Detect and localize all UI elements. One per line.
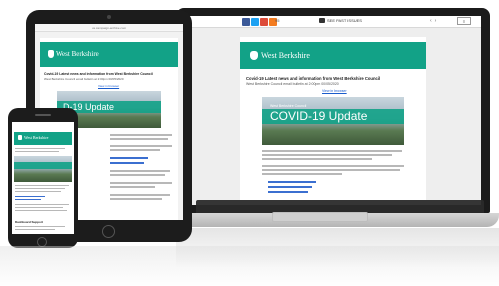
archive-toolbar: 95 SEE PAST ISSUES ‹ › ≡ (185, 16, 481, 28)
shield-icon (48, 50, 54, 58)
hero-title: COVID-19 Update (270, 109, 368, 123)
share-button-group (242, 18, 277, 26)
view-in-browser-link[interactable]: View in browser (322, 89, 347, 93)
body-text-line (15, 229, 55, 230)
body-text-line (110, 174, 165, 176)
past-issues-label: SEE PAST ISSUES (327, 18, 362, 23)
body-text-line (15, 151, 59, 152)
body-text-line (262, 165, 404, 167)
laptop-display: 95 SEE PAST ISSUES ‹ › ≡ West Berkshire … (185, 16, 481, 205)
laptop-trackpad (272, 212, 368, 222)
body-text-line (15, 185, 69, 186)
body-text-line (262, 169, 400, 171)
body-text-line (15, 204, 69, 205)
body-text-line (15, 210, 67, 211)
twitter-icon[interactable] (251, 18, 259, 26)
body-text-line (15, 191, 61, 192)
phone-brand-logo: West Berkshire (18, 135, 48, 140)
laptop-device: 95 SEE PAST ISSUES ‹ › ≡ West Berkshire … (176, 8, 490, 213)
hero-image: West Berkshire Council COVID-19 Update (262, 97, 404, 145)
phone-display: West Berkshire Dashboard Support (12, 122, 74, 234)
email-header: West Berkshire (240, 42, 426, 69)
email-subtitle: West Berkshire Council email bulletin at… (246, 82, 339, 86)
bullet-link[interactable] (15, 196, 45, 197)
bullet-link[interactable] (110, 162, 144, 164)
bullet-link[interactable] (268, 181, 316, 183)
body-text-line (15, 226, 65, 227)
bullet-link[interactable] (110, 157, 148, 159)
camera-icon (107, 15, 111, 19)
body-text-line (262, 158, 372, 160)
phone-section-title: Dashboard Support (15, 220, 44, 224)
shield-icon (18, 135, 22, 140)
body-text-line (15, 148, 65, 149)
body-text-line (110, 186, 155, 188)
tablet-url-bar[interactable]: us.campaign-archive.com (35, 24, 183, 32)
translate-select[interactable]: ≡ (457, 17, 471, 25)
bullet-link[interactable] (268, 191, 308, 193)
phone-brand-logo-text: West Berkshire (24, 135, 49, 140)
tablet-view-in-browser-link[interactable]: View in browser (98, 84, 119, 88)
tablet-email-subtitle: West Berkshire Council email bulletin at… (44, 77, 124, 81)
body-text-line (262, 173, 342, 175)
facebook-icon[interactable] (242, 18, 250, 26)
past-issues-link[interactable]: SEE PAST ISSUES (319, 18, 362, 23)
body-text-line (110, 134, 172, 136)
phone-device: West Berkshire Dashboard Support (8, 108, 78, 248)
body-text-line (110, 149, 160, 151)
brand-logo: West Berkshire (250, 51, 310, 60)
home-button[interactable] (102, 225, 115, 238)
phone-hero-image (14, 156, 72, 182)
tablet-brand-logo: West Berkshire (48, 50, 99, 58)
tablet-brand-logo-text: West Berkshire (56, 50, 99, 58)
shield-icon (250, 51, 258, 60)
email-title: Covid-19 Latest news and information fro… (246, 76, 381, 81)
body-text-line (110, 194, 170, 196)
bullet-link[interactable] (15, 199, 41, 200)
arrow-right-icon[interactable]: › (435, 18, 437, 24)
hero-kicker: West Berkshire Council (270, 104, 307, 108)
body-text-line (262, 150, 402, 152)
phone-hero-banner (14, 162, 72, 169)
issue-navigation: ‹ › (430, 18, 436, 24)
phone-email-header: West Berkshire (14, 132, 72, 145)
body-text-line (110, 182, 172, 184)
brand-logo-text: West Berkshire (261, 51, 310, 60)
share-count: 95 (275, 18, 280, 23)
email-card: West Berkshire Covid-19 Latest news and … (240, 37, 426, 205)
body-text-line (110, 145, 172, 147)
speaker-icon (35, 114, 51, 116)
body-text-line (15, 188, 65, 189)
google-plus-icon[interactable] (260, 18, 268, 26)
arrow-left-icon[interactable]: ‹ (430, 18, 432, 24)
comment-icon (319, 18, 325, 23)
floor-reflection (0, 246, 499, 286)
body-text-line (110, 170, 170, 172)
body-text-line (15, 207, 63, 208)
bullet-link[interactable] (268, 186, 312, 188)
body-text-line (110, 138, 168, 140)
tablet-email-title: Covid-19 Latest news and information fro… (44, 72, 153, 76)
body-text-line (110, 198, 162, 200)
tablet-email-header: West Berkshire (40, 42, 178, 67)
body-text-line (262, 154, 392, 156)
